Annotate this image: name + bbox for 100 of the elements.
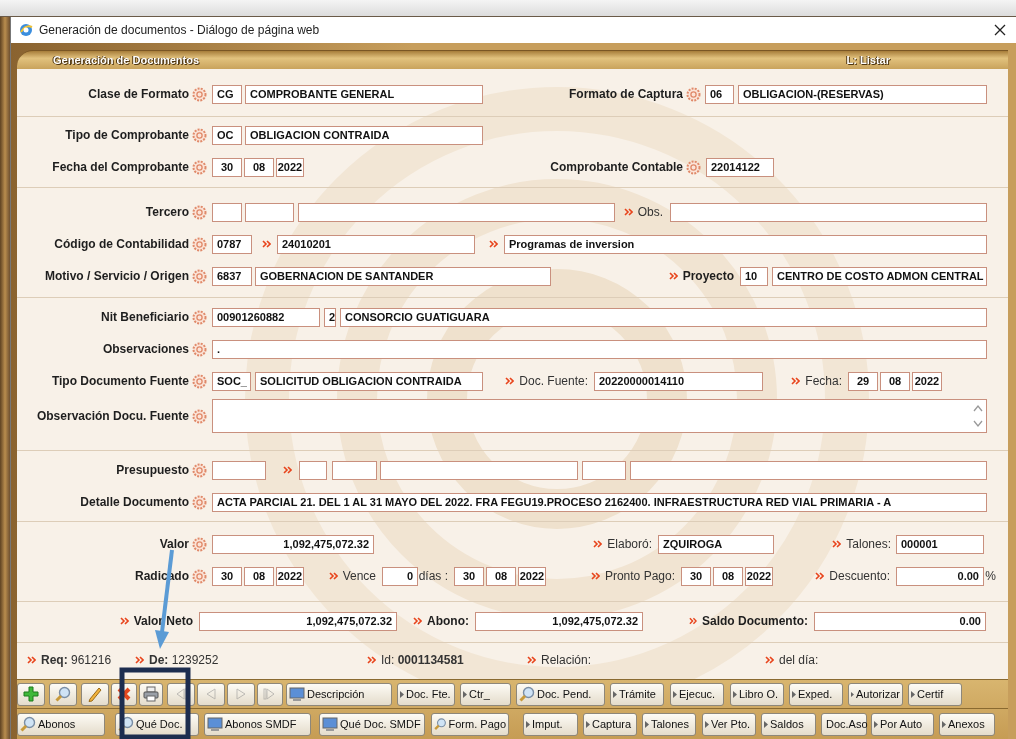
- gear-icon[interactable]: [192, 341, 207, 357]
- text-field[interactable]: OBLIGACION CONTRAIDA: [245, 125, 483, 145]
- text-field[interactable]: GOBERNACION DE SANTANDER: [255, 266, 551, 286]
- scroll-arrows-icon[interactable]: [972, 403, 984, 429]
- text-field[interactable]: OBLIGACION-(RESERVAS): [738, 84, 987, 104]
- date-field[interactable]: 30: [212, 157, 242, 177]
- amount-field[interactable]: 1,092,475,072.32: [475, 611, 643, 631]
- toolbar-button[interactable]: Saldos: [761, 712, 816, 736]
- toolbar-button[interactable]: Doc. Fte.: [397, 682, 455, 706]
- text-field[interactable]: 2: [324, 307, 336, 327]
- text-area[interactable]: [212, 399, 987, 433]
- text-field[interactable]: 24010201: [277, 234, 475, 254]
- text-field[interactable]: [380, 460, 578, 480]
- text-field[interactable]: [212, 202, 242, 222]
- toolbar-button[interactable]: Autorizar: [848, 682, 903, 706]
- text-field[interactable]: ACTA PARCIAL 21. DEL 1 AL 31 MAYO DEL 2022. FRA FEGU19.PROCESO 2162400. INFRAESTRUCTURA RED VIAL PRIMARIA - A: [212, 492, 987, 512]
- toolbar-button[interactable]: Certif: [908, 682, 962, 706]
- text-field[interactable]: [245, 202, 294, 222]
- print-button[interactable]: [139, 682, 163, 706]
- text-field[interactable]: CG: [212, 84, 242, 104]
- date-field[interactable]: 2022: [518, 566, 546, 586]
- gear-icon[interactable]: [192, 494, 207, 510]
- close-icon[interactable]: [994, 24, 1006, 36]
- toolbar-button[interactable]: Por Auto: [871, 712, 934, 736]
- amount-field[interactable]: 0: [382, 566, 418, 586]
- date-field[interactable]: 08: [244, 157, 274, 177]
- date-field[interactable]: 2022: [912, 371, 942, 391]
- text-field[interactable]: [670, 202, 987, 222]
- text-field[interactable]: Programas de inversion: [504, 234, 987, 254]
- amount-field[interactable]: 0.00: [896, 566, 984, 586]
- text-field[interactable]: [582, 460, 626, 480]
- text-field[interactable]: CONSORCIO GUATIGUARA: [340, 307, 987, 327]
- text-field[interactable]: .: [212, 339, 987, 359]
- text-field[interactable]: 000001: [896, 534, 984, 554]
- text-field[interactable]: [299, 460, 327, 480]
- toolbar-button[interactable]: Talones: [642, 712, 696, 736]
- text-field[interactable]: [298, 202, 615, 222]
- text-field[interactable]: 0787: [212, 234, 252, 254]
- toolbar-button[interactable]: Abonos: [17, 712, 105, 736]
- date-field[interactable]: 08: [244, 566, 274, 586]
- text-field[interactable]: SOLICITUD OBLIGACION CONTRAIDA: [255, 371, 483, 391]
- date-field[interactable]: 08: [713, 566, 743, 586]
- gear-icon[interactable]: [192, 268, 207, 284]
- toolbar-button[interactable]: Libro O.: [730, 682, 784, 706]
- toolbar-button[interactable]: Ctr_: [460, 682, 511, 706]
- text-field[interactable]: 00901260882: [212, 307, 320, 327]
- toolbar-button[interactable]: Imput.: [523, 712, 578, 736]
- toolbar-button[interactable]: Captura: [583, 712, 637, 736]
- gear-icon[interactable]: [192, 373, 207, 389]
- text-field[interactable]: 22014122: [706, 157, 774, 177]
- toolbar-button[interactable]: Ver Pto.: [702, 712, 756, 736]
- gear-icon[interactable]: [192, 236, 207, 252]
- date-field[interactable]: 2022: [276, 566, 304, 586]
- toolbar-button[interactable]: Doc. Pend.: [516, 682, 605, 706]
- text-field[interactable]: CENTRO DE COSTO ADMON CENTRAL: [772, 266, 987, 286]
- amount-field[interactable]: 1,092,475,072.32: [199, 611, 397, 631]
- date-field[interactable]: 08: [486, 566, 516, 586]
- text-field[interactable]: 6837: [212, 266, 252, 286]
- text-field[interactable]: [212, 460, 266, 480]
- date-field[interactable]: 2022: [276, 157, 304, 177]
- toolbar-button[interactable]: Trámite: [610, 682, 664, 706]
- toolbar-button[interactable]: Qué Doc. SMDF: [319, 712, 425, 736]
- gear-icon[interactable]: [192, 408, 207, 424]
- gear-icon[interactable]: [192, 568, 207, 584]
- date-field[interactable]: 08: [880, 371, 910, 391]
- toolbar-button[interactable]: Exped.: [789, 682, 843, 706]
- gear-icon[interactable]: [192, 127, 207, 143]
- date-field[interactable]: 29: [848, 371, 878, 391]
- gear-icon[interactable]: [192, 309, 207, 325]
- add-button[interactable]: [17, 682, 45, 706]
- gear-icon[interactable]: [192, 159, 207, 175]
- toolbar-button[interactable]: Abonos SMDF: [204, 712, 311, 736]
- text-field[interactable]: OC: [212, 125, 242, 145]
- date-field[interactable]: 2022: [745, 566, 773, 586]
- gear-icon[interactable]: [192, 86, 207, 102]
- date-field[interactable]: 30: [681, 566, 711, 586]
- text-field[interactable]: COMPROBANTE GENERAL: [245, 84, 483, 104]
- gear-icon[interactable]: [192, 536, 207, 552]
- gear-icon[interactable]: [686, 159, 701, 175]
- text-field[interactable]: SOC_: [212, 371, 251, 391]
- toolbar-button[interactable]: Qué Doc.: [115, 712, 199, 736]
- text-field[interactable]: ZQUIROGA: [658, 534, 774, 554]
- date-field[interactable]: 30: [212, 566, 242, 586]
- text-field[interactable]: [332, 460, 377, 480]
- toolbar-button[interactable]: Form. Pago: [431, 712, 509, 736]
- text-field[interactable]: 06: [705, 84, 734, 104]
- toolbar-button[interactable]: Anexos: [939, 712, 995, 736]
- field-label: Tipo Documento Fuente: [51, 374, 189, 388]
- toolbar-button[interactable]: Doc.Aso: [821, 712, 867, 736]
- gear-icon[interactable]: [192, 462, 207, 478]
- text-field[interactable]: 10: [740, 266, 768, 286]
- toolbar-button[interactable]: Descripción: [286, 682, 392, 706]
- toolbar-button[interactable]: Ejecuc.: [670, 682, 724, 706]
- text-field[interactable]: [630, 460, 987, 480]
- text-field[interactable]: 20220000014110: [594, 371, 763, 391]
- gear-icon[interactable]: [686, 86, 701, 102]
- find-button[interactable]: [49, 682, 77, 706]
- gear-icon[interactable]: [192, 204, 207, 220]
- amount-field[interactable]: 0.00: [814, 611, 986, 631]
- amount-field[interactable]: 1,092,475,072.32: [212, 534, 374, 554]
